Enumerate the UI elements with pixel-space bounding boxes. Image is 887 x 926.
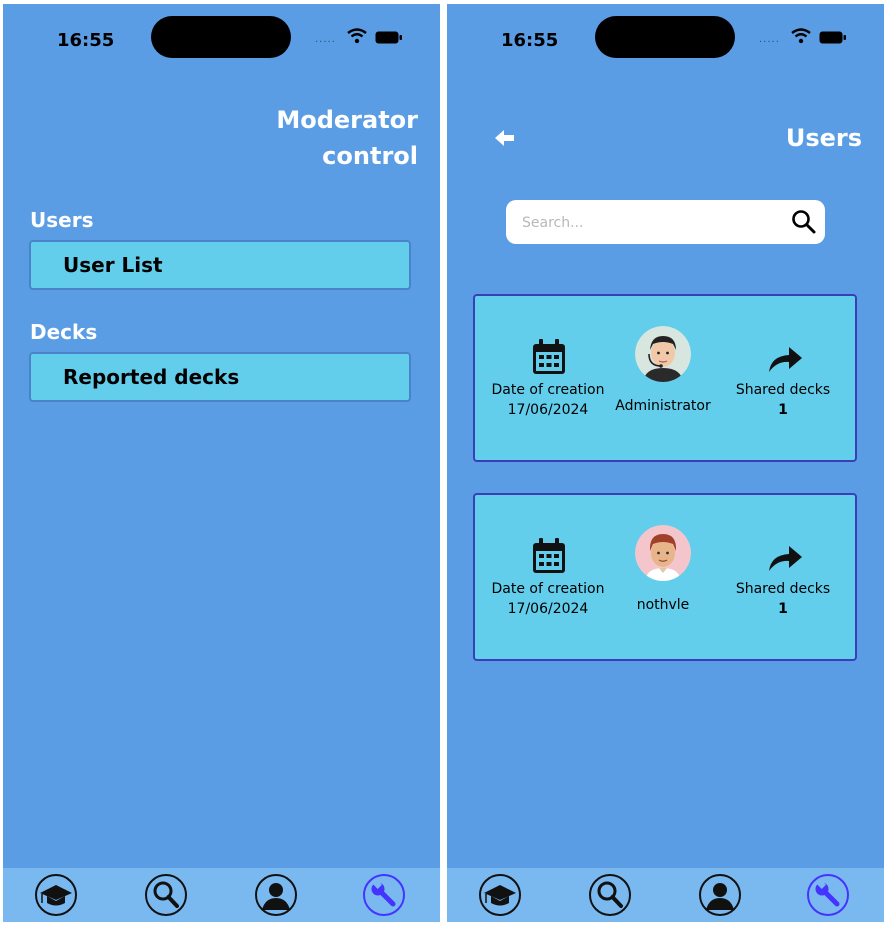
graduation-cap-icon	[484, 885, 516, 906]
title-line-2: control	[322, 142, 418, 170]
tab-learn[interactable]	[35, 874, 77, 916]
calendar-icon	[533, 538, 565, 573]
date-label: Date of creation	[491, 581, 605, 597]
status-time: 16:55	[57, 30, 115, 51]
shared-decks-label: Shared decks	[735, 382, 831, 398]
tab-profile[interactable]	[699, 874, 741, 916]
back-arrow-icon[interactable]	[495, 128, 515, 148]
share-arrow-icon	[769, 546, 802, 571]
search-icon	[153, 881, 179, 908]
date-value: 17/06/2024	[507, 402, 589, 418]
date-label: Date of creation	[491, 382, 605, 398]
battery-icon	[375, 31, 402, 44]
share-arrow-icon	[769, 347, 802, 372]
user-column: nothvle	[607, 495, 719, 659]
page-title: Moderator control	[276, 102, 418, 174]
signal-dots: .....	[315, 34, 336, 45]
user-avatar	[635, 525, 691, 581]
profile-icon	[262, 883, 290, 910]
users-screen: 16:55 ..... Users Date	[447, 4, 884, 922]
wrench-icon	[371, 879, 396, 907]
battery-icon	[819, 31, 846, 44]
shared-decks-column: Shared decks 1	[723, 296, 843, 460]
tab-search[interactable]	[145, 874, 187, 916]
tab-learn[interactable]	[479, 874, 521, 916]
creation-date-column: Date of creation 17/06/2024	[481, 296, 615, 460]
search-icon[interactable]	[791, 209, 817, 235]
tab-moderation[interactable]	[363, 874, 405, 916]
shared-decks-count: 1	[778, 402, 788, 418]
user-column: Administrator	[607, 296, 719, 460]
search-icon	[597, 881, 623, 908]
user-card-nothvle[interactable]: Date of creation 17/06/2024 nothvle Shar…	[473, 493, 857, 661]
status-time: 16:55	[501, 30, 559, 51]
shared-decks-count: 1	[778, 601, 788, 617]
search-input[interactable]	[520, 200, 774, 246]
moderator-control-screen: 16:55 ..... Moderator control Users User…	[3, 4, 440, 922]
wifi-icon	[791, 28, 811, 44]
search-bar	[506, 200, 825, 246]
admin-avatar	[635, 326, 691, 382]
signal-dots: .....	[759, 34, 780, 45]
shared-decks-label: Shared decks	[735, 581, 831, 597]
profile-icon	[706, 883, 734, 910]
creation-date-column: Date of creation 17/06/2024	[481, 495, 615, 659]
dynamic-island	[595, 16, 735, 58]
wifi-icon	[347, 28, 367, 44]
dynamic-island	[151, 16, 291, 58]
tab-bar	[3, 868, 440, 922]
tab-profile[interactable]	[255, 874, 297, 916]
user-avatar-icon	[635, 525, 691, 581]
section-label-users: Users	[30, 208, 94, 232]
username: nothvle	[636, 597, 690, 613]
reported-decks-button[interactable]: Reported decks	[29, 352, 411, 402]
wrench-icon	[815, 879, 840, 907]
date-value: 17/06/2024	[507, 601, 589, 617]
title-line-1: Moderator	[276, 106, 418, 134]
admin-avatar-icon	[635, 326, 691, 382]
section-label-decks: Decks	[30, 320, 98, 344]
graduation-cap-icon	[40, 885, 72, 906]
tab-moderation[interactable]	[807, 874, 849, 916]
tab-bar	[447, 868, 884, 922]
shared-decks-column: Shared decks 1	[723, 495, 843, 659]
page-title: Users	[785, 124, 862, 152]
user-card-administrator[interactable]: Date of creation 17/06/2024 Administrato…	[473, 294, 857, 462]
username: Administrator	[615, 398, 711, 414]
tab-search[interactable]	[589, 874, 631, 916]
calendar-icon	[533, 339, 565, 374]
user-list-button[interactable]: User List	[29, 240, 411, 290]
